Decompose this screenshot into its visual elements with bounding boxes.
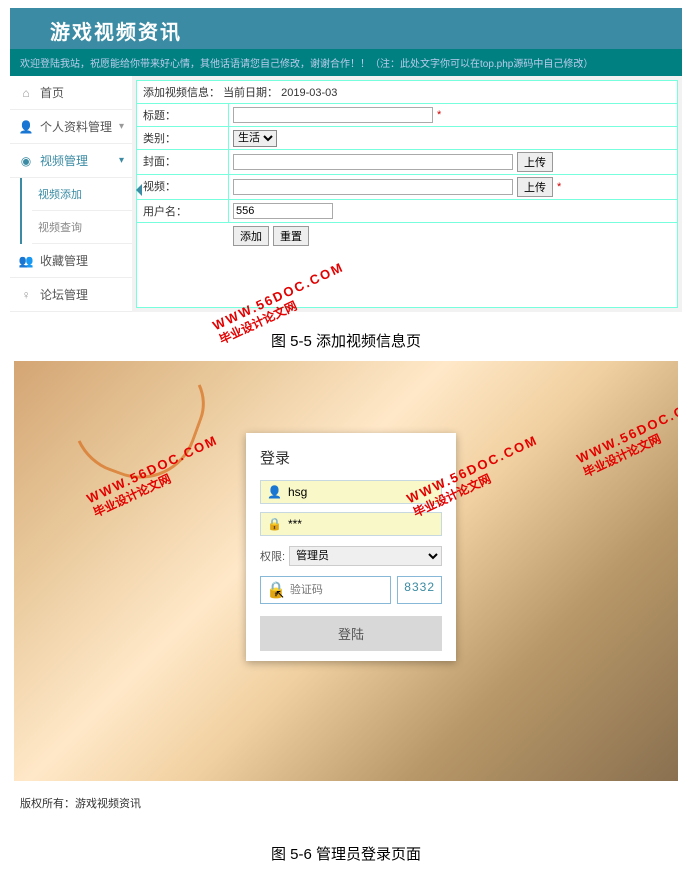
captcha-input[interactable] [290,584,385,596]
sidebar-item-forum[interactable]: ♀ 论坛管理 [10,278,132,312]
cover-input[interactable] [233,154,513,170]
sidebar-item-home[interactable]: ⌂ 首页 [10,76,132,110]
submit-button[interactable]: 添加 [233,226,269,246]
reset-button[interactable]: 重置 [273,226,309,246]
upload-cover-button[interactable]: 上传 [517,152,553,172]
form-row-user: 用户名： [137,200,677,223]
user-input[interactable] [233,203,333,219]
login-background: 登录 👤 🔒 权限: 管理员 🔒 ↖ 83 [14,361,678,781]
chevron-down-icon: ▾ [119,155,124,166]
video-icon: ◉ [18,154,34,168]
site-title: 游戏视频资讯 [50,14,682,49]
header: 游戏视频资讯 [10,8,682,49]
sidebar-item-favorites[interactable]: 👥 收藏管理 [10,244,132,278]
figure-caption-1: 图 5-5 添加视频信息页 [0,312,692,361]
video-input[interactable] [233,179,513,195]
welcome-bar: 欢迎登陆我站，祝愿能给你带来好心情，其他话语请您自己修改，谢谢合作！！（注：此处… [10,49,682,76]
form-row-cover: 封面： 上传 [137,150,677,175]
sidebar-item-label: 个人资料管理 [40,118,112,135]
content-panel: 添加视频信息： 当前日期： 2019-03-03 标题： * 类别： 生活 [136,80,678,308]
password-input[interactable] [288,517,443,531]
role-row: 权限: 管理员 [260,546,442,566]
captcha-row: 🔒 ↖ 8332 [260,576,442,604]
sidebar-sub-query-video[interactable]: 视频查询 [32,211,132,244]
label-cover: 封面： [137,150,229,174]
cursor-icon: ↖ [275,587,285,601]
user-icon: 👤 [18,120,34,134]
login-footer: 版权所有：游戏视频资讯 [14,781,678,825]
sidebar-item-label: 收藏管理 [40,252,88,269]
username-input[interactable] [288,485,443,499]
role-label: 权限: [260,548,285,564]
title-input[interactable] [233,107,433,123]
layout: ⌂ 首页 👤 个人资料管理 ▾ ◉ 视频管理 ▾ 视频添加 视频查询 👥 收藏管… [10,76,682,312]
password-field[interactable]: 🔒 [260,512,442,536]
watermark: WWW.56DOC.COM 毕业设计论文网 [84,432,226,520]
label-title: 标题： [137,104,229,126]
category-select[interactable]: 生活 [233,130,277,147]
sidebar: ⌂ 首页 👤 个人资料管理 ▾ ◉ 视频管理 ▾ 视频添加 视频查询 👥 收藏管… [10,76,132,312]
label-category: 类别： [137,127,229,149]
form-row-title: 标题： * [137,104,677,127]
admin-page: 游戏视频资讯 欢迎登陆我站，祝愿能给你带来好心情，其他话语请您自己修改，谢谢合作… [10,8,682,312]
form-row-video: 视频： 上传 * [137,175,677,200]
form-actions: 添加 重置 [137,223,677,249]
sidebar-submenu: 视频添加 视频查询 [20,178,132,244]
captcha-field[interactable]: 🔒 ↖ [260,576,391,604]
chevron-down-icon: ▾ [119,121,124,132]
sidebar-item-profile[interactable]: 👤 个人资料管理 ▾ [10,110,132,144]
figure-caption-2: 图 5-6 管理员登录页面 [0,825,692,874]
required-mark: * [557,181,561,193]
home-icon: ⌂ [18,86,34,100]
forum-icon: ♀ [18,288,34,302]
username-field[interactable]: 👤 [260,480,442,504]
form-row-category: 类别： 生活 [137,127,677,150]
sidebar-sub-add-video[interactable]: 视频添加 [32,178,132,211]
login-panel: 登录 👤 🔒 权限: 管理员 🔒 ↖ 83 [246,433,456,661]
lock-icon: 🔒 [267,517,282,531]
sidebar-item-label: 视频管理 [40,152,88,169]
content-title-prefix: 添加视频信息： [143,87,220,99]
watermark: WWW.56DOC.COM 毕业设计论文网 [574,392,678,480]
required-mark: * [437,109,441,121]
users-icon: 👥 [18,254,34,268]
login-button[interactable]: 登陆 [260,616,442,651]
upload-video-button[interactable]: 上传 [517,177,553,197]
login-page: 登录 👤 🔒 权限: 管理员 🔒 ↖ 83 [14,361,678,825]
role-select[interactable]: 管理员 [289,546,442,566]
user-icon: 👤 [267,485,282,499]
label-video: 视频： [137,175,229,199]
sidebar-item-label: 论坛管理 [40,286,88,303]
login-heading: 登录 [260,447,442,468]
label-user: 用户名： [137,200,229,222]
date-value: 2019-03-03 [281,87,337,99]
sidebar-item-video[interactable]: ◉ 视频管理 ▾ [10,144,132,178]
content-heading: 添加视频信息： 当前日期： 2019-03-03 [137,81,677,104]
sidebar-item-label: 首页 [40,84,64,101]
captcha-image[interactable]: 8332 [397,576,442,604]
date-label: 当前日期： [223,87,278,99]
